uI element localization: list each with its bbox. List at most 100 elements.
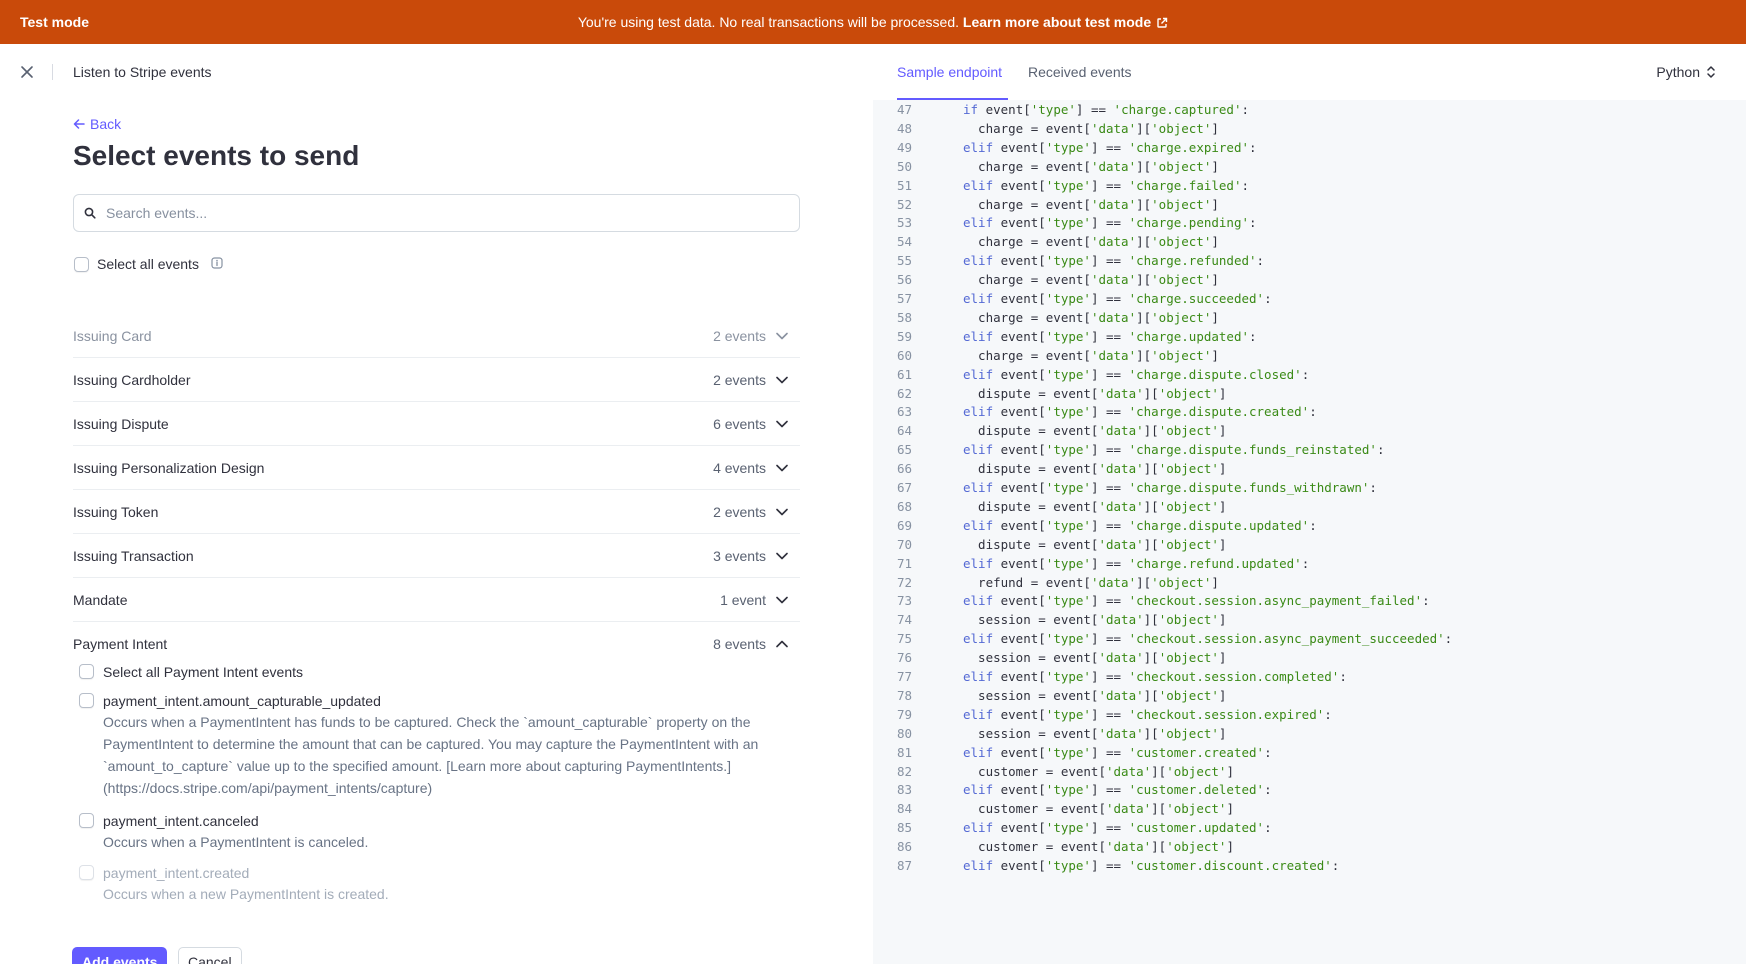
line-number: 60 xyxy=(897,347,913,363)
group-issuing-personalization-design[interactable]: Issuing Personalization Design 4 events xyxy=(73,446,800,490)
code-line: 52 charge = event['data']['object'] xyxy=(873,194,1746,215)
group-issuing-card[interactable]: Issuing Card 2 events xyxy=(73,314,800,358)
line-number: 78 xyxy=(897,687,913,703)
code-text: customer = event['data']['object'] xyxy=(963,839,1234,855)
search-input[interactable] xyxy=(106,195,786,231)
code-text: refund = event['data']['object'] xyxy=(963,574,1219,590)
event-groups: Issuing Card 2 events Issuing Cardholder… xyxy=(73,314,800,666)
code-text: customer = event['data']['object'] xyxy=(963,763,1234,779)
event-checkbox[interactable] xyxy=(79,813,94,828)
line-number: 64 xyxy=(897,423,913,439)
code-line: 71 elif event['type'] == 'charge.refund.u… xyxy=(873,553,1746,574)
line-number: 63 xyxy=(897,404,913,420)
code-line: 66 dispute = event['data']['object'] xyxy=(873,458,1746,479)
tab-bar: Sample endpoint Received events Python xyxy=(873,44,1746,100)
line-number: 62 xyxy=(897,385,913,401)
tab-received-events[interactable]: Received events xyxy=(1028,44,1132,100)
close-button[interactable] xyxy=(16,61,38,83)
group-issuing-transaction[interactable]: Issuing Transaction 3 events xyxy=(73,534,800,578)
code-text: charge = event['data']['object'] xyxy=(963,309,1219,325)
group-issuing-cardholder[interactable]: Issuing Cardholder 2 events xyxy=(73,358,800,402)
test-mode-banner: Test mode You're using test data. No rea… xyxy=(0,0,1746,44)
code-line: 86 customer = event['data']['object'] xyxy=(873,836,1746,857)
code-line: 53 elif event['type'] == 'charge.pending'… xyxy=(873,212,1746,233)
code-text: if event['type'] == 'charge.captured': xyxy=(963,102,1250,117)
code-text: elif event['type'] == 'charge.failed': xyxy=(963,177,1250,193)
tab-sample-endpoint[interactable]: Sample endpoint xyxy=(897,44,1002,100)
line-number: 55 xyxy=(897,253,913,269)
add-events-button[interactable]: Add events xyxy=(72,947,168,964)
code-line: 76 session = event['data']['object'] xyxy=(873,647,1746,668)
code-line: 80 session = event['data']['object'] xyxy=(873,723,1746,744)
code-text: elif event['type'] == 'customer.deleted'… xyxy=(963,782,1272,798)
event-checkbox[interactable] xyxy=(79,865,94,880)
line-number: 85 xyxy=(897,820,913,836)
code-text: elif event['type'] == 'checkout.session.… xyxy=(963,706,1332,722)
code-line: 83 elif event['type'] == 'customer.delete… xyxy=(873,779,1746,800)
select-all-payment-intent-checkbox[interactable] xyxy=(79,664,94,679)
code-text: elif event['type'] == 'customer.created'… xyxy=(963,744,1272,760)
line-number: 53 xyxy=(897,215,913,231)
group-name: Issuing Personalization Design xyxy=(73,459,265,476)
event-name: payment_intent.canceled xyxy=(103,813,259,829)
code-text: session = event['data']['object'] xyxy=(963,687,1227,703)
select-all-checkbox[interactable] xyxy=(74,256,89,272)
line-number: 86 xyxy=(897,839,913,855)
group-issuing-dispute[interactable]: Issuing Dispute 6 events xyxy=(73,402,800,446)
right-panel: Sample endpoint Received events Python 4… xyxy=(873,44,1746,964)
code-text: elif event['type'] == 'charge.refund.upd… xyxy=(963,555,1310,571)
event-description-line: Occurs when a PaymentIntent has funds to… xyxy=(103,714,751,730)
line-number: 79 xyxy=(897,706,913,722)
code-text: dispute = event['data']['object'] xyxy=(963,461,1227,477)
event-checkbox[interactable] xyxy=(79,693,94,708)
external-link-icon xyxy=(1156,2,1168,46)
code-line: 78 session = event['data']['object'] xyxy=(873,685,1746,706)
event-description-line: `amount_to_capture` value up to the spec… xyxy=(103,758,732,774)
code-line: 65 elif event['type'] == 'charge.dispute.… xyxy=(873,439,1746,460)
group-issuing-token[interactable]: Issuing Token 2 events xyxy=(73,490,800,534)
line-number: 54 xyxy=(897,234,913,250)
chevron-down-icon xyxy=(776,464,788,471)
select-all-label: Select all events xyxy=(97,256,199,272)
group-payment-intent[interactable]: Payment Intent 8 events xyxy=(73,622,800,666)
line-number: 82 xyxy=(897,763,913,779)
learn-more-test-mode-link[interactable]: Learn more about test mode xyxy=(963,14,1168,30)
line-number: 50 xyxy=(897,158,913,174)
event-description-line: PaymentIntent to determine the amount th… xyxy=(103,736,759,752)
panel-header: Listen to Stripe events xyxy=(0,44,873,100)
learn-more-link-text: Learn more about test mode xyxy=(962,14,1152,30)
line-number: 68 xyxy=(897,498,913,514)
close-icon xyxy=(21,66,33,78)
code-line: 55 elif event['type'] == 'charge.refunded… xyxy=(873,250,1746,271)
code-line: 63 elif event['type'] == 'charge.dispute.… xyxy=(873,401,1746,422)
info-icon[interactable] xyxy=(211,256,223,272)
code-text: dispute = event['data']['object'] xyxy=(963,498,1227,514)
line-number: 83 xyxy=(897,782,913,798)
line-number: 47 xyxy=(897,102,913,117)
chevron-down-icon xyxy=(776,332,788,339)
cancel-button[interactable]: Cancel xyxy=(178,947,242,964)
code-line: 68 dispute = event['data']['object'] xyxy=(873,496,1746,517)
code-line: 59 elif event['type'] == 'charge.updated'… xyxy=(873,326,1746,347)
group-mandate[interactable]: Mandate 1 event xyxy=(73,578,800,622)
code-line: 49 elif event['type'] == 'charge.expired'… xyxy=(873,137,1746,158)
header-divider xyxy=(52,64,53,80)
back-link[interactable]: Back xyxy=(73,116,121,132)
code-text: charge = event['data']['object'] xyxy=(963,272,1219,288)
select-all-payment-intent-label: Select all Payment Intent events xyxy=(103,664,303,680)
group-name: Mandate xyxy=(73,591,128,608)
line-number: 57 xyxy=(897,291,913,306)
code-text: elif event['type'] == 'charge.dispute.cr… xyxy=(963,404,1317,420)
event-name: payment_intent.created xyxy=(103,865,250,881)
event-name: payment_intent.amount_capturable_updated xyxy=(103,693,381,709)
code-text: elif event['type'] == 'charge.updated': xyxy=(963,328,1257,344)
select-all-payment-intent: Select all Payment Intent events xyxy=(79,662,799,682)
event-description: Occurs when a PaymentIntent has funds to… xyxy=(103,711,758,799)
code-line: 73 elif event['type'] == 'checkout.sessio… xyxy=(873,590,1746,611)
code-text: elif event['type'] == 'charge.dispute.fu… xyxy=(963,442,1385,458)
line-number: 72 xyxy=(897,574,913,590)
language-selector[interactable]: Python xyxy=(1656,44,1716,100)
chevron-down-icon xyxy=(776,420,788,427)
line-number: 75 xyxy=(897,631,913,647)
code-line: 84 customer = event['data']['object'] xyxy=(873,798,1746,819)
